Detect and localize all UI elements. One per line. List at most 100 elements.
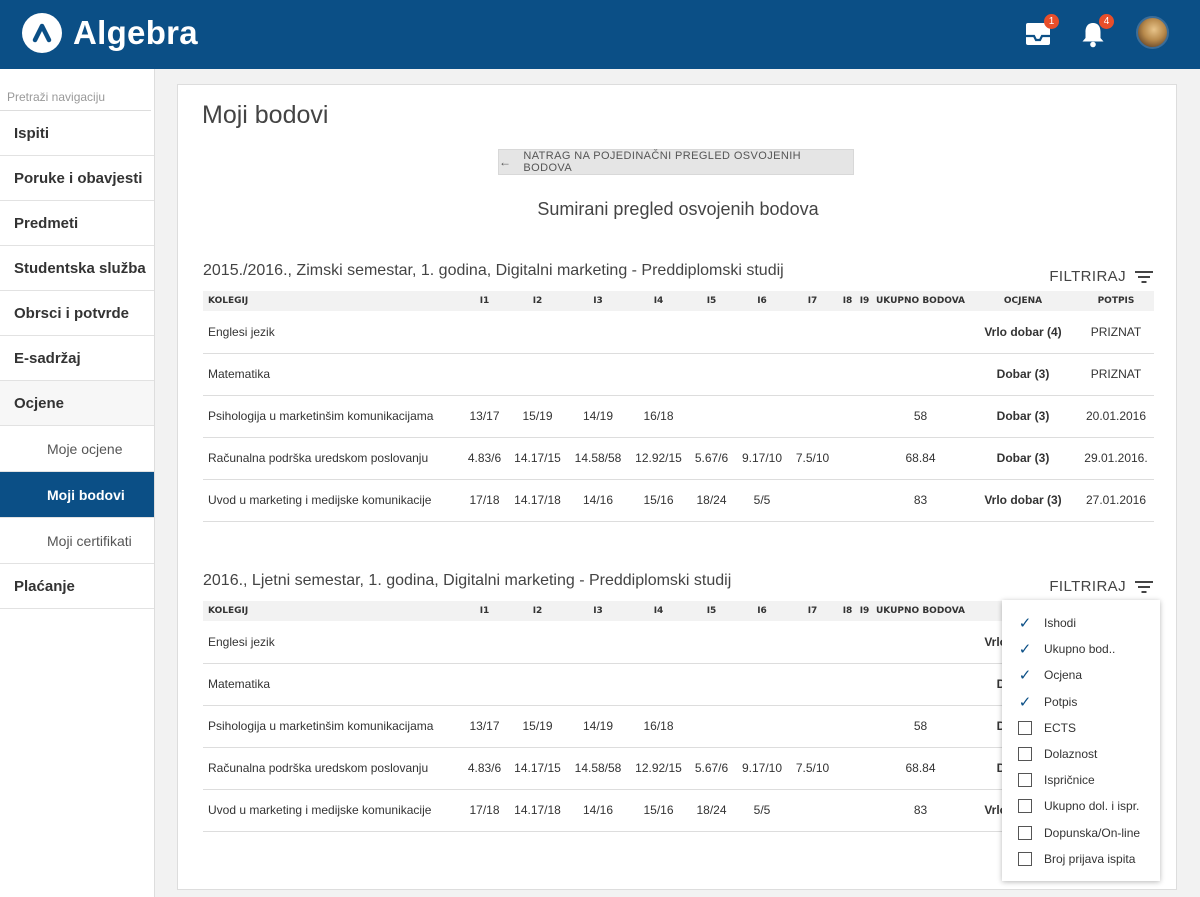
column-header-kolegij: KOLEGIJ [203, 601, 458, 621]
notifications-button[interactable]: 4 [1078, 14, 1114, 51]
points-table: KOLEGIJI1I2I3I4I5I6I7I8I9UKUPNO BODOVAOC… [203, 291, 1154, 522]
table-row[interactable]: Matematika Dobar (3)PRIZNAT [203, 353, 1154, 396]
filter-option[interactable]: Broj prijava ispita [1002, 846, 1160, 872]
cell-i8 [839, 747, 856, 790]
checkbox[interactable] [1018, 720, 1032, 735]
filter-option[interactable]: ECTS [1002, 715, 1160, 741]
cell-i6: 5/5 [738, 479, 786, 522]
cell-i2: 15/19 [511, 705, 564, 748]
messages-badge: 1 [1044, 14, 1059, 29]
sidebar-navigation: Pretraži navigaciju Ispiti Poruke i obav… [0, 69, 155, 897]
filter-option[interactable]: Ukupno dol. i ispr. [1002, 793, 1160, 819]
nav-search-input[interactable]: Pretraži navigaciju [0, 69, 151, 111]
sidebar-item-ocjene[interactable]: Ocjene [0, 381, 154, 426]
sidebar-item-ispiti[interactable]: Ispiti [0, 111, 154, 156]
checkmark-glyph: ✓ [1018, 615, 1032, 633]
checkmark-icon[interactable]: ✓ [1018, 641, 1032, 658]
column-header-i9: I9 [856, 601, 873, 621]
sidebar-item-poruke[interactable]: Poruke i obavjesti [0, 156, 154, 201]
semester-title: 2015./2016., Zimski semestar, 1. godina,… [203, 262, 784, 279]
checkbox[interactable] [1018, 747, 1032, 762]
cell-ocjena: Vrlo dobar (3) [968, 479, 1078, 522]
table-row[interactable]: Uvod u marketing i medijske komunikacije… [203, 479, 1154, 522]
cell-i6 [738, 395, 786, 438]
column-header-ukupno: UKUPNO BODOVA [873, 601, 968, 621]
cell-i2 [511, 663, 564, 706]
checkmark-glyph: ✓ [1018, 693, 1032, 711]
sidebar-subitem-moji-certifikati[interactable]: Moji certifikati [0, 518, 154, 564]
cell-i2: 15/19 [511, 395, 564, 438]
cell-i1 [458, 311, 511, 354]
checkmark-icon[interactable]: ✓ [1018, 693, 1032, 711]
checkbox[interactable] [1018, 825, 1032, 840]
column-header-kolegij: KOLEGIJ [203, 291, 458, 311]
checkbox[interactable] [1018, 773, 1032, 788]
cell-i7 [786, 479, 839, 522]
checkmark-icon[interactable]: ✓ [1018, 667, 1032, 684]
column-header-i3: I3 [564, 291, 632, 311]
checkmark-icon[interactable]: ✓ [1018, 615, 1032, 633]
cell-i3 [564, 621, 632, 664]
cell-i4: 12.92/15 [632, 747, 685, 790]
sidebar-subitem-moje-ocjene[interactable]: Moje ocjene [0, 426, 154, 472]
filter-option[interactable]: ✓ Ocjena [1002, 662, 1160, 688]
filter-icon [1135, 580, 1153, 593]
checkbox[interactable] [1018, 799, 1032, 814]
cell-ukupno: 83 [873, 479, 968, 522]
filter-option[interactable]: ✓ Potpis [1002, 689, 1160, 715]
cell-i2: 14.17/15 [511, 747, 564, 790]
sidebar-item-obrasci[interactable]: Obrsci i potvrde [0, 291, 154, 336]
column-header-i8: I8 [839, 601, 856, 621]
sidebar-subitem-moji-bodovi[interactable]: Moji bodovi [0, 472, 154, 518]
filter-option[interactable]: Ispričnice [1002, 767, 1160, 793]
cell-i1: 17/18 [458, 479, 511, 522]
filter-option[interactable]: Dolaznost [1002, 741, 1160, 767]
table-row[interactable]: Psihologija u marketinšim komunikacijama… [203, 395, 1154, 438]
top-header: Algebra 1 4 [0, 0, 1200, 69]
column-header-i7: I7 [786, 291, 839, 311]
sidebar-item-predmeti[interactable]: Predmeti [0, 201, 154, 246]
cell-i7 [786, 395, 839, 438]
table-row[interactable]: Englesi jezik Vrlo dobar (4)PRIZNAT [203, 311, 1154, 354]
sidebar-item-studentska-sluzba[interactable]: Studentska služba [0, 246, 154, 291]
cell-ukupno: 68.84 [873, 747, 968, 790]
column-header-i3: I3 [564, 601, 632, 621]
filter-option-label: Ispričnice [1044, 773, 1095, 788]
user-avatar[interactable] [1136, 16, 1169, 49]
cell-ukupno [873, 621, 968, 664]
cell-ukupno: 68.84 [873, 437, 968, 480]
brand-logo[interactable]: Algebra [22, 13, 198, 53]
filter-option[interactable]: ✓ Ishodi [1002, 610, 1160, 636]
cell-kolegij: Uvod u marketing i medijske komunikacije [203, 789, 458, 832]
filter-option-label: Dopunska/On-line [1044, 825, 1141, 840]
cell-i1 [458, 663, 511, 706]
checkbox[interactable] [1018, 851, 1032, 866]
filter-option[interactable]: ✓ Ukupno bod.. [1002, 636, 1160, 662]
column-header-i9: I9 [856, 291, 873, 311]
cell-kolegij: Englesi jezik [203, 621, 458, 664]
cell-i3: 14.58/58 [564, 437, 632, 480]
back-button-label: NATRAG NA POJEDINAČNI PREGLED OSVOJENIH … [523, 150, 802, 174]
back-to-detail-button[interactable]: ← NATRAG NA POJEDINAČNI PREGLED OSVOJENI… [498, 149, 854, 175]
cell-potpis: 29.01.2016. [1078, 437, 1154, 480]
filter-dropdown-menu: ✓ Ishodi ✓ Ukupno bod.. ✓ Ocjena ✓ Potpis ECTS Do… [1002, 600, 1160, 881]
column-header-i5: I5 [685, 291, 738, 311]
cell-i5: 18/24 [685, 479, 738, 522]
cell-ocjena: Dobar (3) [968, 437, 1078, 480]
filter-button[interactable]: FILTRIRAJ [1049, 578, 1154, 595]
cell-i1: 4.83/6 [458, 747, 511, 790]
cell-i8 [839, 705, 856, 748]
table-row[interactable]: Računalna podrška uredskom poslovanju 4.8… [203, 437, 1154, 480]
cell-i4 [632, 621, 685, 664]
cell-i7 [786, 705, 839, 748]
cell-i9 [856, 663, 873, 706]
sidebar-item-placanje[interactable]: Plaćanje [0, 564, 154, 609]
inbox-button[interactable]: 1 [1023, 14, 1059, 51]
filter-option[interactable]: Dopunska/On-line [1002, 820, 1160, 846]
filter-button[interactable]: FILTRIRAJ [1049, 268, 1154, 285]
cell-i2: 14.17/18 [511, 789, 564, 832]
cell-i6 [738, 353, 786, 396]
cell-i7: 7.5/10 [786, 437, 839, 480]
sidebar-item-e-sadrzaj[interactable]: E-sadržaj [0, 336, 154, 381]
cell-potpis: 27.01.2016 [1078, 479, 1154, 522]
